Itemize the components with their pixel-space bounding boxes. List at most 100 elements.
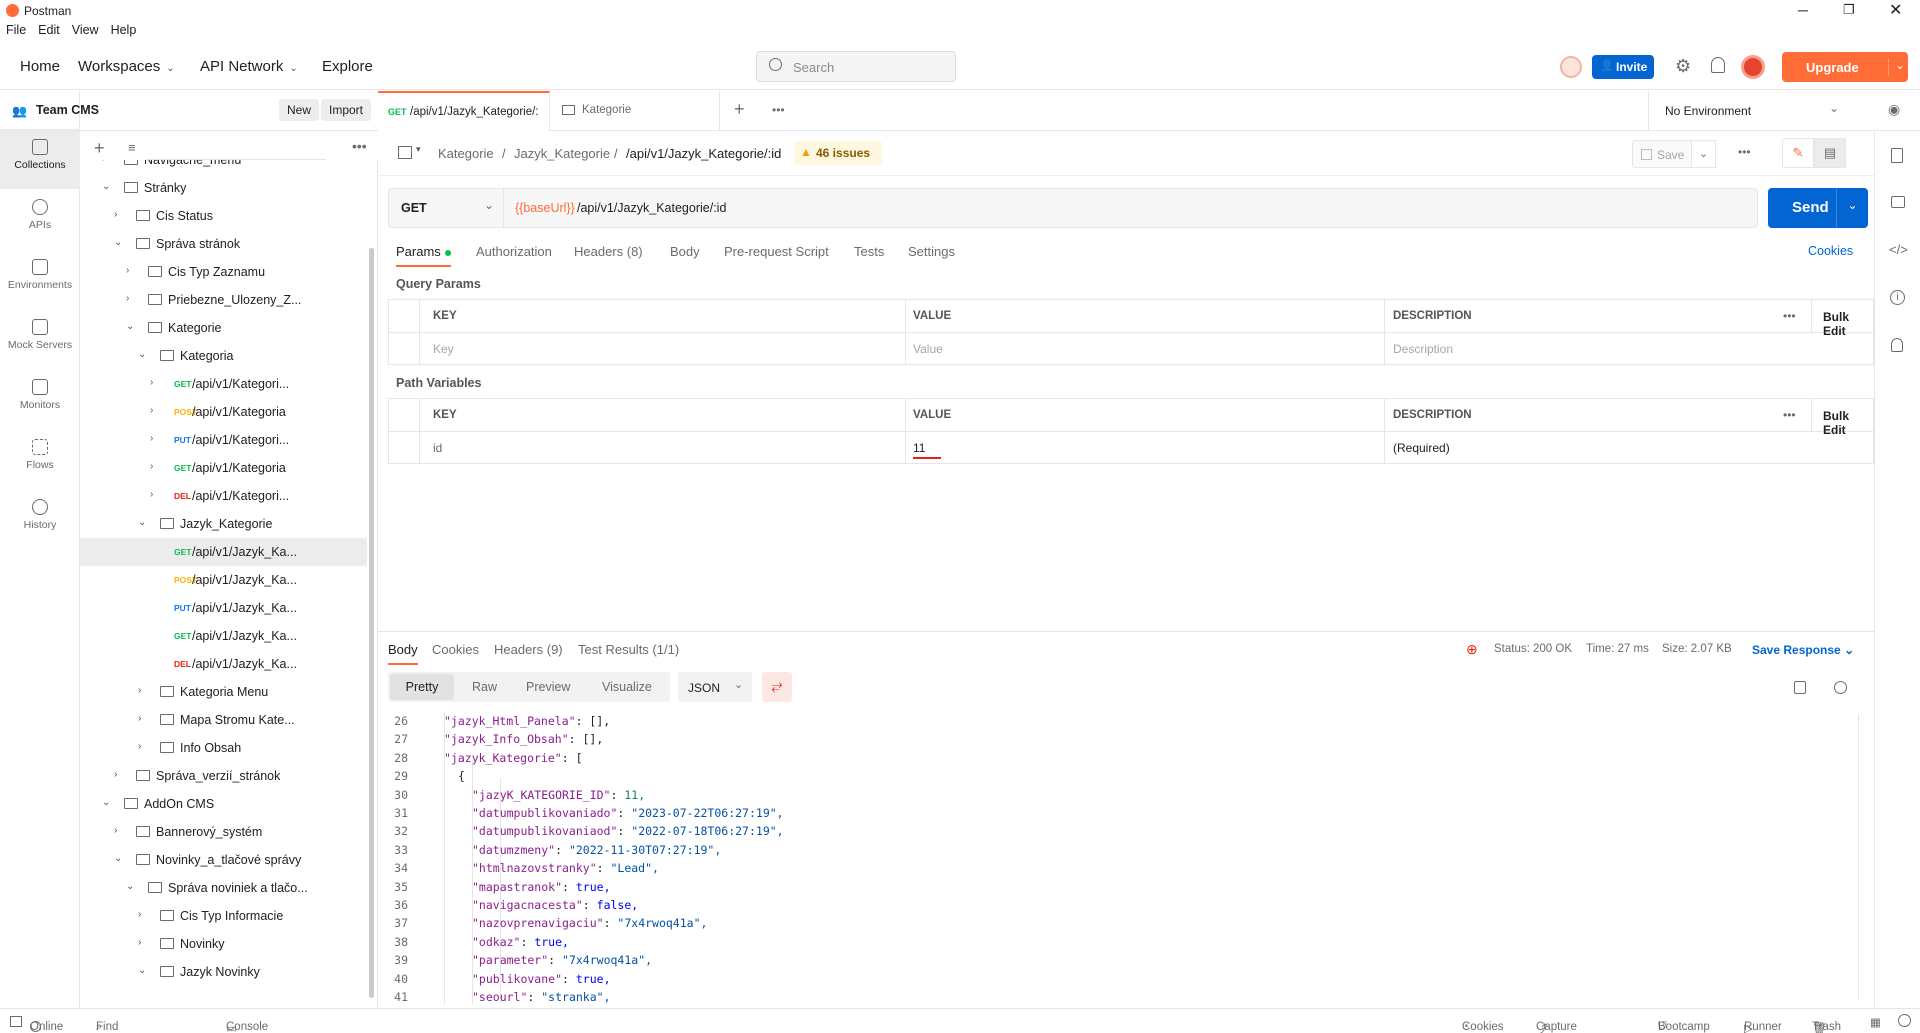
chevron-right-icon[interactable]: › <box>150 377 153 388</box>
tab-overflow-icon[interactable]: ••• <box>772 103 785 117</box>
tree-folder[interactable]: ⌄ Jazyk Novinky <box>80 958 367 986</box>
save-button[interactable]: Save <box>1632 140 1692 168</box>
response-tab-test-results[interactable]: Test Results (1/1) <box>578 642 679 657</box>
eye-icon[interactable]: ◉ <box>1888 101 1900 118</box>
chevron-down-icon[interactable]: ⌄ <box>126 881 134 892</box>
chevron-down-icon[interactable]: ⌄ <box>126 321 134 332</box>
tree-folder[interactable]: › Správa_verzií_stránok <box>80 762 367 790</box>
lightbulb-icon[interactable] <box>1891 338 1903 352</box>
tree-folder[interactable]: ⌄ Správa noviniek a tlačo... <box>80 874 367 902</box>
upgrade-button[interactable]: Upgrade ⌄ <box>1782 52 1908 82</box>
save-dropdown-icon[interactable]: ⌄ <box>1692 140 1716 168</box>
chevron-down-icon[interactable]: ⌄ <box>114 237 122 248</box>
value-input[interactable]: Value <box>913 342 943 356</box>
caret-down-icon[interactable]: ▾ <box>416 144 421 155</box>
breadcrumb-kategorie[interactable]: Kategorie <box>438 146 494 161</box>
tree-folder[interactable]: ⌄ Novinky_a_tlačové správy <box>80 846 367 874</box>
wrap-lines-icon[interactable]: ⥂ <box>762 672 792 702</box>
comment-icon[interactable] <box>1891 196 1905 208</box>
view-preview[interactable]: Preview <box>526 680 570 694</box>
chevron-right-icon[interactable]: › <box>138 909 141 920</box>
tree-folder[interactable]: ⌄ Kategorie <box>80 314 367 342</box>
issues-badge[interactable]: ▲ 46 issues <box>794 141 882 165</box>
chevron-down-icon[interactable]: ⌄ <box>102 181 110 192</box>
code-icon[interactable]: </> <box>1889 242 1908 257</box>
rail-flows[interactable]: Flows <box>0 429 80 489</box>
tree-request[interactable]: › GET/api/v1/Kategoria <box>80 454 367 482</box>
chevron-right-icon[interactable]: › <box>114 825 117 836</box>
sidebar-scrollbar[interactable] <box>369 248 374 998</box>
tree-folder[interactable]: › Kategoria Menu <box>80 678 367 706</box>
chevron-down-icon[interactable]: ⌄ <box>114 853 122 864</box>
globe-icon[interactable]: ⊕ <box>1466 641 1478 658</box>
tab-params[interactable]: Params <box>396 244 451 267</box>
chevron-down-icon[interactable]: ⌄ <box>138 965 146 976</box>
search-input[interactable]: Search <box>756 51 956 82</box>
tree-folder[interactable]: › Mapa Stromu Kate... <box>80 706 367 734</box>
tab-settings[interactable]: Settings <box>908 244 955 259</box>
tab-tests[interactable]: Tests <box>854 244 884 259</box>
tree-request[interactable]: GET/api/v1/Jazyk_Ka... <box>80 538 367 566</box>
chevron-down-icon[interactable]: ⌄ <box>102 797 110 808</box>
tree-folder[interactable]: › Cis Status <box>80 202 367 230</box>
more-icon[interactable]: ••• <box>352 138 367 154</box>
tree-request[interactable]: › DEL/api/v1/Kategori... <box>80 482 367 510</box>
gear-icon[interactable]: ⚙ <box>1675 56 1691 77</box>
response-tab-headers[interactable]: Headers (9) <box>494 642 563 657</box>
tab-kategorie[interactable]: Kategorie <box>550 91 720 131</box>
tree-request[interactable]: › GET/api/v1/Kategori... <box>80 370 367 398</box>
chevron-right-icon[interactable]: › <box>114 769 117 780</box>
format-select[interactable]: JSON ⌄ <box>678 672 752 702</box>
menu-help[interactable]: Help <box>111 23 137 37</box>
column-options-icon[interactable]: ••• <box>1783 408 1796 422</box>
chevron-right-icon[interactable]: › <box>150 433 153 444</box>
tab-authorization[interactable]: Authorization <box>476 244 552 259</box>
rail-apis[interactable]: APIs <box>0 189 80 249</box>
key-input[interactable]: Key <box>433 342 454 356</box>
more-actions-icon[interactable]: ••• <box>1738 145 1751 159</box>
send-button[interactable]: Send ⌄ <box>1768 188 1868 228</box>
tree-folder[interactable]: ⌄ Správa stránok <box>80 230 367 258</box>
nav-api-network[interactable]: API Network ⌄ <box>200 58 298 75</box>
path-variable-description[interactable]: (Required) <box>1393 441 1450 455</box>
bell-icon[interactable] <box>1711 57 1725 73</box>
minimize-icon[interactable]: ─ <box>1798 2 1808 18</box>
tree-folder[interactable]: › Info Obsah <box>80 734 367 762</box>
response-tab-body[interactable]: Body <box>388 642 418 665</box>
bulk-edit-button[interactable]: Bulk Edit <box>1823 409 1873 437</box>
maximize-icon[interactable]: ❐ <box>1843 2 1855 18</box>
nav-workspaces[interactable]: Workspaces ⌄ <box>78 58 175 75</box>
new-tab-icon[interactable]: + <box>734 99 745 120</box>
menu-edit[interactable]: Edit <box>38 23 60 37</box>
search-icon[interactable] <box>1834 681 1847 694</box>
rail-mock-servers[interactable]: Mock Servers <box>0 309 80 369</box>
close-icon[interactable]: ✕ <box>1889 0 1902 20</box>
tree-folder[interactable]: › Navigacne_menu <box>80 160 367 174</box>
response-divider[interactable] <box>378 631 1874 632</box>
tree-request[interactable]: DEL/api/v1/Jazyk_Ka... <box>80 650 367 678</box>
chevron-right-icon[interactable]: › <box>150 461 153 472</box>
chevron-down-icon[interactable]: ⌄ <box>138 517 146 528</box>
chevron-right-icon[interactable]: › <box>114 209 117 220</box>
rail-history[interactable]: History <box>0 489 80 549</box>
tab-body[interactable]: Body <box>670 244 700 259</box>
edit-icon[interactable]: ✎ <box>1782 138 1814 168</box>
sync-avatar-icon[interactable] <box>1560 56 1582 78</box>
info-icon[interactable]: i <box>1890 290 1905 305</box>
comments-icon[interactable]: ▤ <box>1814 138 1846 168</box>
tab-headers[interactable]: Headers (8) <box>574 244 643 259</box>
tree-request[interactable]: › POST/api/v1/Kategoria <box>80 398 367 426</box>
bulk-edit-button[interactable]: Bulk Edit <box>1823 310 1873 338</box>
tree-request[interactable]: POST/api/v1/Jazyk_Ka... <box>80 566 367 594</box>
tree-request[interactable]: GET/api/v1/Jazyk_Ka... <box>80 622 367 650</box>
tree-request[interactable]: PUT/api/v1/Jazyk_Ka... <box>80 594 367 622</box>
import-button[interactable]: Import <box>321 99 372 121</box>
chevron-right-icon[interactable]: › <box>150 405 153 416</box>
tree-folder[interactable]: ⌄ Stránky <box>80 174 367 202</box>
user-avatar[interactable] <box>1741 55 1765 79</box>
url-input[interactable]: {{baseUrl}} /api/v1/Jazyk_Kategorie/:id <box>505 189 1755 227</box>
chevron-right-icon[interactable]: › <box>150 489 153 500</box>
tab-pre-request-script[interactable]: Pre-request Script <box>724 244 829 259</box>
response-code[interactable]: 26 "jazyk_Html_Panela": [], 27 "jazyk_Info_… <box>378 712 1874 1004</box>
copy-icon[interactable] <box>1794 681 1806 694</box>
